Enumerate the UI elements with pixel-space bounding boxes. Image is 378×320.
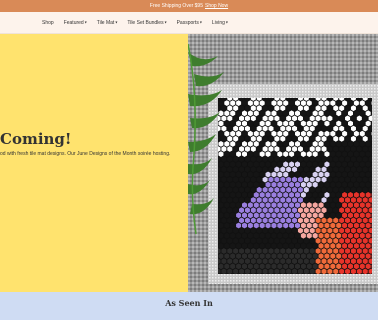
chevron-down-icon: ▾ bbox=[225, 19, 228, 25]
nav-item-featured[interactable]: Featured ▾ bbox=[64, 20, 87, 26]
chevron-down-icon: ▾ bbox=[164, 19, 167, 25]
nav-item-label: Tile Mat bbox=[96, 19, 115, 26]
hero-image bbox=[188, 34, 378, 292]
nav-item-passports[interactable]: Passports ▾ bbox=[177, 20, 202, 26]
press-title: As Seen In bbox=[165, 298, 213, 308]
nav-item-tile-mat[interactable]: Tile Mat ▾ bbox=[97, 20, 118, 26]
nav-item-label: Featured bbox=[63, 19, 84, 26]
hero-text-panel: Coming! od with fresh tile mat designs. … bbox=[0, 34, 188, 292]
nav-item-living[interactable]: Living ▾ bbox=[212, 20, 228, 26]
hex-tile-mat-photo-icon bbox=[188, 34, 378, 292]
press-section: As Seen In bbox=[0, 292, 378, 320]
shop-now-link[interactable]: Shop Now bbox=[205, 3, 228, 9]
nav-item-label: Shop bbox=[42, 19, 54, 26]
nav-item-shop[interactable]: Shop bbox=[42, 20, 54, 26]
chevron-down-icon: ▾ bbox=[115, 19, 118, 25]
chevron-down-icon: ▾ bbox=[84, 19, 87, 25]
nav-item-label: Tile Set Bundles bbox=[127, 19, 164, 26]
nav-item-label: Living bbox=[211, 19, 225, 26]
nav-item-label: Passports bbox=[176, 19, 199, 26]
chevron-down-icon: ▾ bbox=[199, 19, 202, 25]
promo-bar: Free Shipping Over $95 Shop Now bbox=[0, 0, 378, 12]
promo-text: Free Shipping Over $95 bbox=[149, 3, 203, 9]
nav-item-tile-set-bundles[interactable]: Tile Set Bundles ▾ bbox=[127, 20, 166, 26]
hero-description: od with fresh tile mat designs. Our June… bbox=[0, 151, 171, 157]
hero-title: Coming! bbox=[0, 130, 72, 148]
main-nav: Shop Featured ▾ Tile Mat ▾ Tile Set Bund… bbox=[0, 12, 378, 34]
